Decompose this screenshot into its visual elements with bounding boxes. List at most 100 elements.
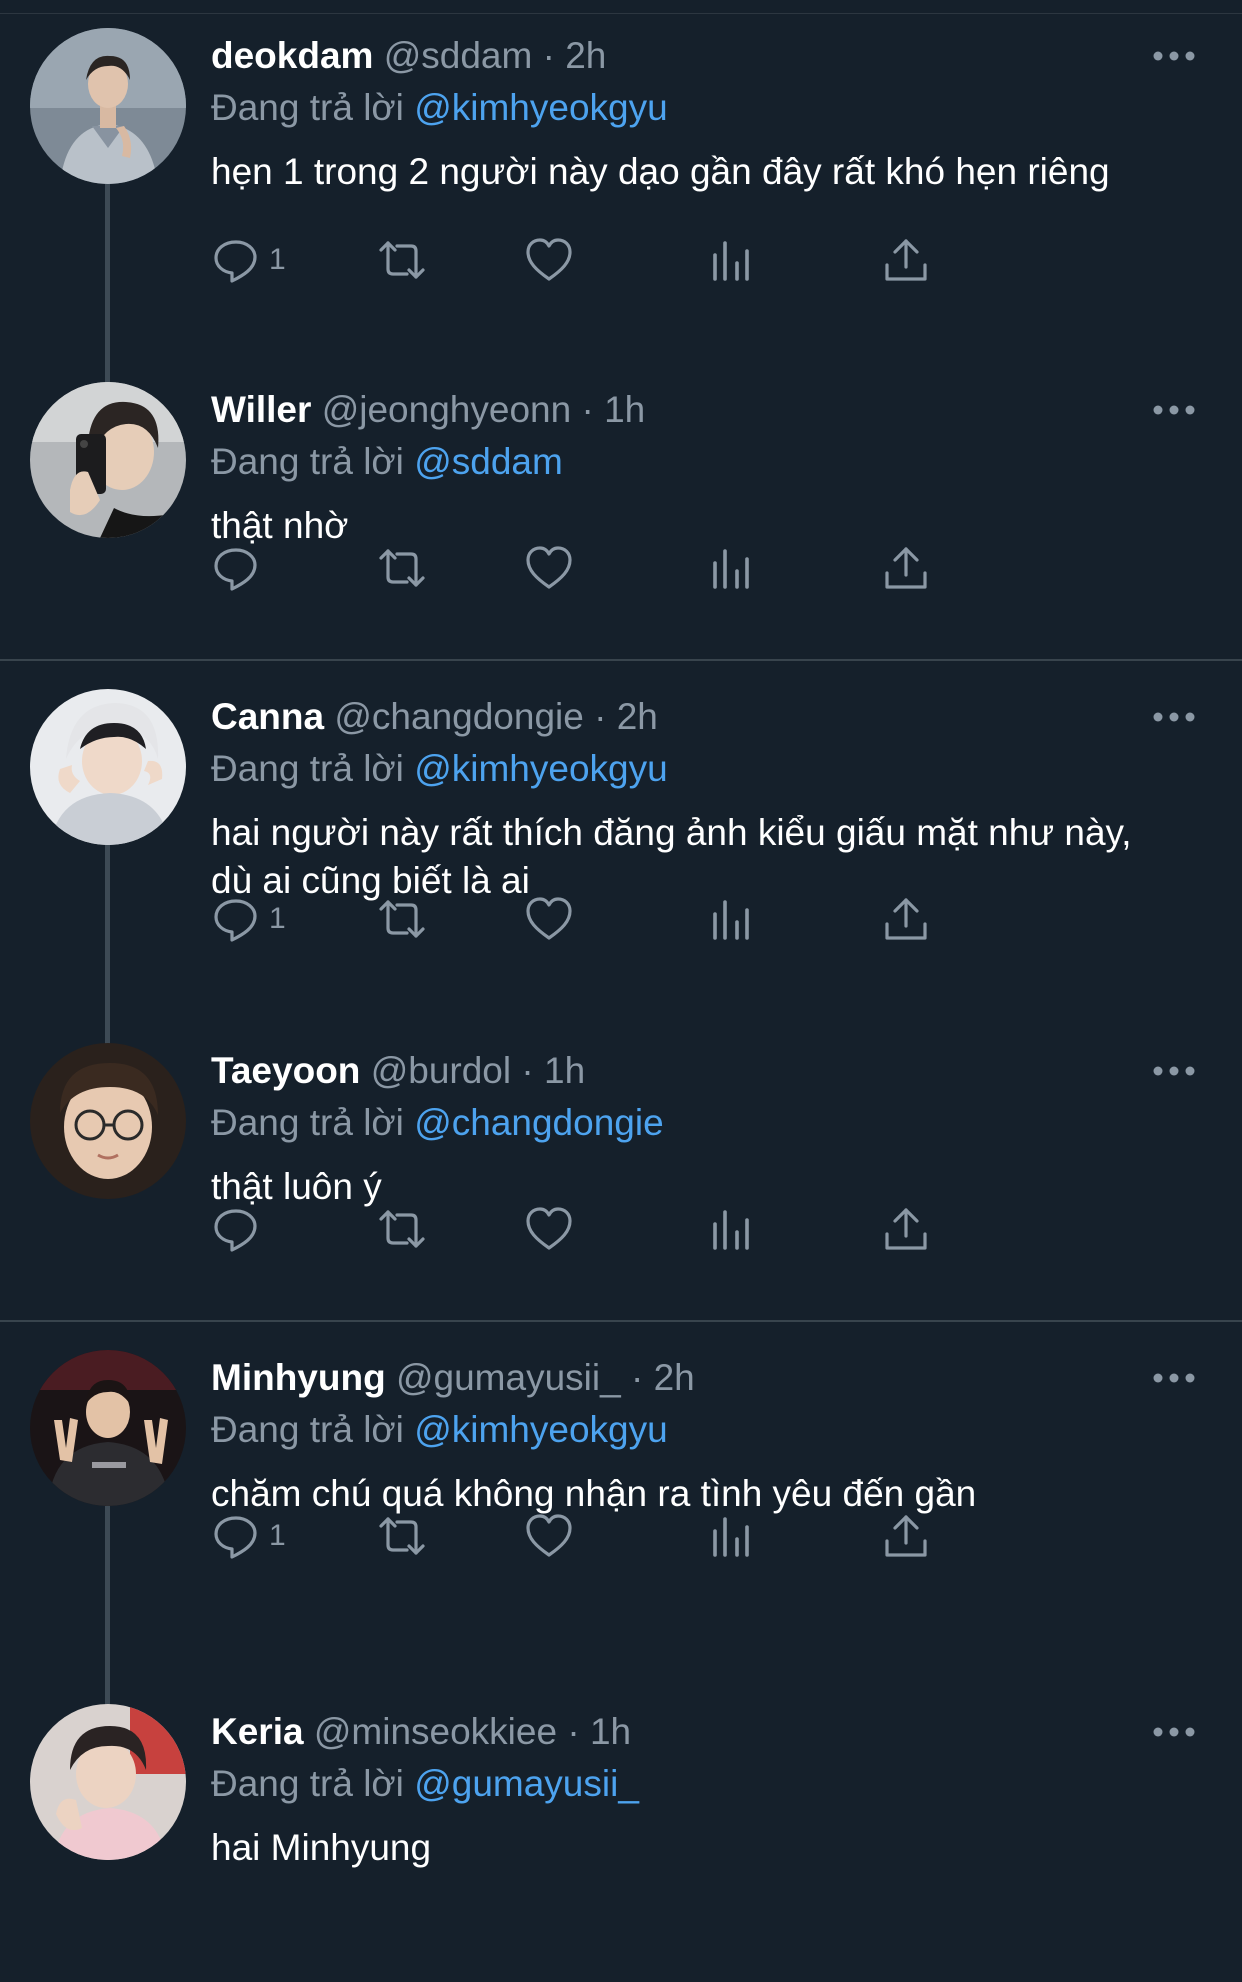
user-handle[interactable]: @changdongie — [334, 696, 583, 737]
mention-link[interactable]: @kimhyeokgyu — [414, 87, 668, 128]
thread: Canna @changdongie · 2h Đang trả lời @ki… — [0, 661, 1242, 1321]
reply-button[interactable]: 1 — [211, 891, 286, 947]
reply-bubble-icon — [214, 1209, 257, 1252]
replying-to-label: Đang trả lời — [211, 87, 404, 128]
user-handle[interactable]: @jeonghyeonn — [322, 389, 571, 430]
retweet-icon — [379, 241, 425, 279]
share-button[interactable] — [881, 1508, 931, 1564]
display-name[interactable]: Taeyoon — [211, 1050, 360, 1091]
like-button[interactable] — [524, 232, 574, 288]
reply-button[interactable]: 1 — [211, 232, 286, 288]
tweet[interactable]: Willer @jeonghyeonn · 1h Đang trả lời @s… — [0, 354, 1242, 660]
tweet-header: Taeyoon @burdol · 1h — [211, 1045, 1191, 1097]
tweet-header: Canna @changdongie · 2h — [211, 691, 1191, 743]
share-button[interactable] — [881, 232, 931, 288]
reply-bubble-icon — [214, 899, 257, 942]
tweet[interactable]: Keria @minseokkiee · 1h Đang trả lời @gu… — [0, 1676, 1242, 1982]
more-horizontal-icon[interactable] — [1152, 1726, 1196, 1738]
timestamp[interactable]: 1h — [604, 389, 645, 430]
reply-button[interactable] — [211, 540, 261, 596]
retweet-button[interactable] — [377, 1201, 427, 1257]
retweet-button[interactable] — [377, 232, 427, 288]
timestamp[interactable]: 1h — [590, 1711, 631, 1752]
heart-icon — [526, 546, 572, 589]
timestamp[interactable]: 2h — [617, 696, 658, 737]
mention-link[interactable]: @kimhyeokgyu — [414, 748, 668, 789]
views-button[interactable] — [706, 891, 756, 947]
bar-chart-icon — [713, 549, 749, 589]
mention-link[interactable]: @kimhyeokgyu — [414, 1409, 668, 1450]
avatar[interactable] — [30, 1350, 186, 1506]
reply-button[interactable] — [211, 1201, 261, 1257]
share-upload-icon — [885, 239, 927, 281]
like-button[interactable] — [524, 1508, 574, 1564]
tweet-header: Minhyung @gumayusii_ · 2h — [211, 1352, 1191, 1404]
replying-to-label: Đang trả lời — [211, 441, 404, 482]
display-name[interactable]: deokdam — [211, 35, 373, 76]
avatar[interactable] — [30, 1704, 186, 1860]
more-horizontal-icon[interactable] — [1152, 404, 1196, 416]
retweet-icon — [379, 900, 425, 938]
avatar[interactable] — [30, 1043, 186, 1199]
like-button[interactable] — [524, 891, 574, 947]
retweet-icon — [379, 549, 425, 587]
more-horizontal-icon[interactable] — [1152, 1065, 1196, 1077]
more-horizontal-icon[interactable] — [1152, 1372, 1196, 1384]
replying-to: Đang trả lời @kimhyeokgyu — [211, 1404, 1191, 1456]
timestamp[interactable]: 2h — [654, 1357, 695, 1398]
like-button[interactable] — [524, 1201, 574, 1257]
retweet-button[interactable] — [377, 891, 427, 947]
reply-bubble-icon — [214, 240, 257, 283]
mention-link[interactable]: @changdongie — [414, 1102, 663, 1143]
user-handle[interactable]: @gumayusii_ — [396, 1357, 621, 1398]
display-name[interactable]: Canna — [211, 696, 324, 737]
tweet[interactable]: Canna @changdongie · 2h Đang trả lời @ki… — [0, 661, 1242, 1045]
tweet-content: Minhyung @gumayusii_ · 2h Đang trả lời @… — [211, 1352, 1191, 1518]
tweet-header: deokdam @sddam · 2h — [211, 30, 1191, 82]
share-button[interactable] — [881, 891, 931, 947]
retweet-icon — [379, 1210, 425, 1248]
tweet[interactable]: Taeyoon @burdol · 1h Đang trả lời @chang… — [0, 1015, 1242, 1321]
display-name[interactable]: Keria — [211, 1711, 304, 1752]
tweet[interactable]: deokdam @sddam · 2h Đang trả lời @kimhye… — [0, 0, 1242, 384]
display-name[interactable]: Minhyung — [211, 1357, 386, 1398]
avatar[interactable] — [30, 689, 186, 845]
tweet-content: Canna @changdongie · 2h Đang trả lời @ki… — [211, 691, 1191, 905]
user-handle[interactable]: @burdol — [371, 1050, 511, 1091]
bar-chart-icon — [713, 900, 749, 940]
retweet-button[interactable] — [377, 540, 427, 596]
more-horizontal-icon[interactable] — [1152, 711, 1196, 723]
timestamp[interactable]: 2h — [565, 35, 606, 76]
share-upload-icon — [885, 1208, 927, 1250]
mention-link[interactable]: @sddam — [414, 441, 563, 482]
views-button[interactable] — [706, 232, 756, 288]
tweet-actions — [211, 540, 1111, 596]
heart-icon — [526, 238, 572, 281]
thread: deokdam @sddam · 2h Đang trả lời @kimhye… — [0, 0, 1242, 660]
tweet-actions: 1 — [211, 1508, 1111, 1564]
user-handle[interactable]: @sddam — [384, 35, 533, 76]
share-button[interactable] — [881, 1201, 931, 1257]
share-button[interactable] — [881, 540, 931, 596]
reply-count: 1 — [269, 243, 286, 276]
avatar[interactable] — [30, 28, 186, 184]
more-horizontal-icon[interactable] — [1152, 50, 1196, 62]
retweet-button[interactable] — [377, 1508, 427, 1564]
tweet[interactable]: Minhyung @gumayusii_ · 2h Đang trả lời @… — [0, 1322, 1242, 1706]
views-button[interactable] — [706, 540, 756, 596]
reply-count: 1 — [269, 1519, 286, 1552]
mention-link[interactable]: @gumayusii_ — [414, 1763, 639, 1804]
like-button[interactable] — [524, 540, 574, 596]
reply-button[interactable]: 1 — [211, 1508, 286, 1564]
timestamp[interactable]: 1h — [544, 1050, 585, 1091]
avatar[interactable] — [30, 382, 186, 538]
user-handle[interactable]: @minseokkiee — [314, 1711, 557, 1752]
tweet-actions — [211, 1201, 1111, 1257]
views-button[interactable] — [706, 1508, 756, 1564]
reply-bubble-icon — [214, 548, 257, 591]
display-name[interactable]: Willer — [211, 389, 311, 430]
replying-to: Đang trả lời @gumayusii_ — [211, 1758, 1191, 1810]
replying-to: Đang trả lời @changdongie — [211, 1097, 1191, 1149]
reply-bubble-icon — [214, 1516, 257, 1559]
views-button[interactable] — [706, 1201, 756, 1257]
